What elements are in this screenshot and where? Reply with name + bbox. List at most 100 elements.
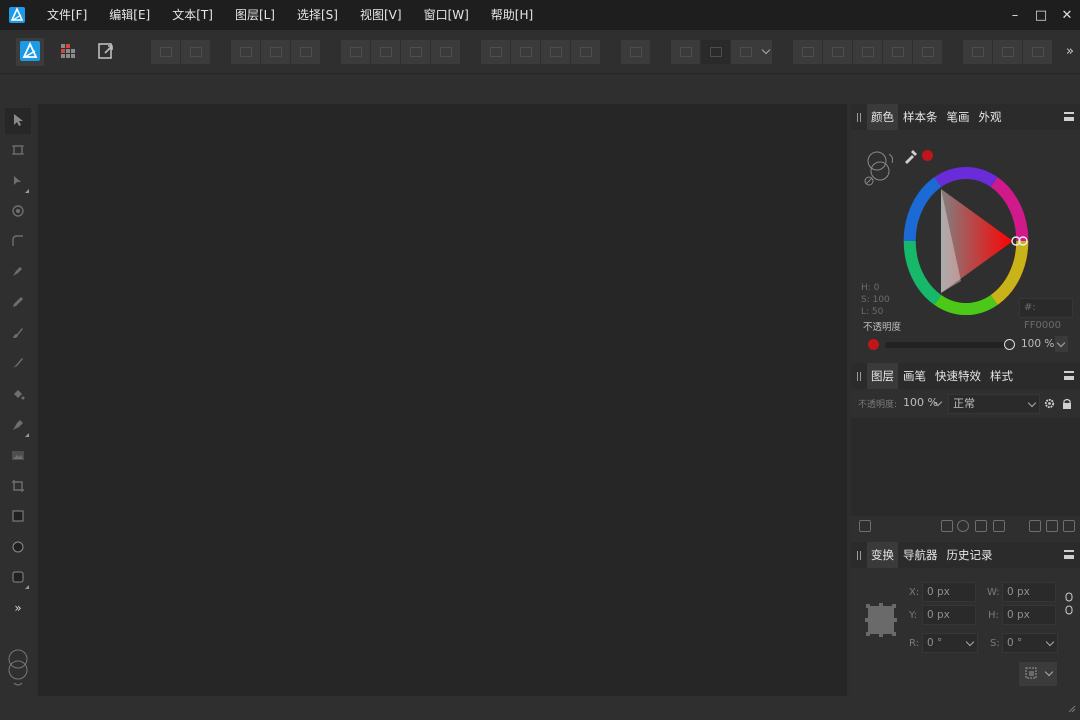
designer-persona-button[interactable] [16,38,44,66]
pixel-persona-button[interactable] [54,38,82,66]
tab-swatches[interactable]: 样本条 [899,104,942,130]
layers-panel-menu-icon[interactable] [1064,371,1074,380]
toolbar-button-21[interactable] [883,40,912,64]
toolbar-button-5[interactable] [291,40,320,64]
current-color-swatch[interactable] [922,150,933,161]
pencil-tool[interactable] [5,290,31,316]
menu-edit[interactable]: 编辑[E] [98,0,161,30]
toolbar-button-3[interactable] [231,40,260,64]
panel-grip[interactable] [851,104,867,130]
transform-origin-button[interactable] [1019,662,1057,686]
opacity-slider[interactable] [885,342,1009,348]
tab-history[interactable]: 历史记录 [943,542,997,568]
vector-brush-tool[interactable] [5,321,31,347]
toolbar-button-17[interactable] [731,40,760,64]
toolbar-button-14[interactable] [621,40,650,64]
color-wheel[interactable] [901,166,1031,319]
corner-tool[interactable] [5,229,31,255]
minimize-button[interactable]: – [1002,0,1028,30]
fill-tool[interactable] [5,382,31,408]
toolbar-dropdown[interactable] [760,40,772,64]
toolbar-button-8[interactable] [401,40,430,64]
tab-navigator[interactable]: 导航器 [899,542,942,568]
rectangle-tool[interactable] [5,504,31,530]
toolbar-button-12[interactable] [541,40,570,64]
toolbar-button-22[interactable] [913,40,942,64]
toolbar-button-13[interactable] [571,40,600,64]
opacity-dropdown[interactable] [1055,336,1068,352]
move-tool[interactable] [5,108,31,134]
crop-tool[interactable] [5,474,31,500]
menu-file[interactable]: 文件[F] [36,0,98,30]
toolbar-button-23[interactable] [963,40,992,64]
toolbar-button-16[interactable] [701,40,730,64]
layer-add-icon[interactable] [859,520,871,532]
tab-transform[interactable]: 变换 [867,542,898,568]
export-persona-button[interactable] [92,38,120,66]
layers-list[interactable] [851,418,1080,516]
toolbar-button-9[interactable] [431,40,460,64]
toolbar-button-20[interactable] [853,40,882,64]
document-canvas[interactable] [38,104,847,696]
tab-stroke[interactable]: 笔画 [943,104,974,130]
menu-layer[interactable]: 图层[L] [224,0,286,30]
width-field[interactable]: 0 px [1002,582,1056,602]
tab-appearance[interactable]: 外观 [975,104,1006,130]
blend-mode-dropdown[interactable]: 正常 [948,394,1040,414]
shear-field[interactable]: 0 ° [1002,633,1058,653]
adjustment-icon[interactable] [957,520,969,532]
maximize-button[interactable]: □ [1028,0,1054,30]
tab-styles[interactable]: 样式 [986,363,1017,389]
fx-icon[interactable] [975,520,987,532]
link-ratio-icon[interactable] [1065,592,1073,619]
color-panel-menu-icon[interactable] [1064,112,1074,121]
menu-view[interactable]: 视图[V] [349,0,413,30]
panel-grip[interactable] [851,363,867,389]
ellipse-tool[interactable] [5,535,31,561]
rounded-rectangle-tool[interactable] [5,565,31,591]
toolbar-button-6[interactable] [341,40,370,64]
paint-brush-tool[interactable] [5,351,31,377]
toolbar-button-10[interactable] [481,40,510,64]
toolbar-button-11[interactable] [511,40,540,64]
toolbar-button-19[interactable] [823,40,852,64]
layer-opacity-dropdown[interactable]: 100 % [899,394,945,414]
hex-field[interactable]: #: FF0000 [1019,298,1073,331]
tab-color[interactable]: 颜色 [867,104,898,130]
y-field[interactable]: 0 px [922,605,976,625]
mask-layer-icon[interactable] [941,520,953,532]
resize-grip-icon[interactable] [1068,702,1076,716]
pen-tool[interactable] [5,259,31,285]
contour-tool[interactable] [5,199,31,225]
toolbar-button-4[interactable] [261,40,290,64]
layer-settings-gear-icon[interactable] [1044,398,1055,412]
node-tool[interactable] [5,169,31,195]
new-layer-icon[interactable] [1029,520,1041,532]
artboard-tool[interactable] [5,138,31,164]
toolbar-overflow-button[interactable]: » [1066,44,1074,59]
menu-help[interactable]: 帮助[H] [480,0,544,30]
expand-tools-button[interactable]: » [5,595,31,621]
transform-panel-menu-icon[interactable] [1064,550,1074,559]
place-image-tool[interactable] [5,443,31,469]
toolbar-button-25[interactable] [1023,40,1052,64]
lock-icon[interactable] [1062,398,1072,413]
menu-select[interactable]: 选择[S] [286,0,349,30]
toolbar-button-24[interactable] [993,40,1022,64]
toolbar-button-18[interactable] [793,40,822,64]
toolbar-button-7[interactable] [371,40,400,64]
tab-brushes[interactable]: 画笔 [899,363,930,389]
anchor-point-selector[interactable] [865,602,897,641]
rotation-field[interactable]: 0 ° [922,633,978,653]
tab-layers[interactable]: 图层 [867,363,898,389]
close-button[interactable]: ✕ [1054,0,1080,30]
eyedropper-icon[interactable] [903,148,919,167]
x-field[interactable]: 0 px [922,582,976,602]
opacity-slider-handle[interactable] [1004,339,1015,350]
toolbar-button-2[interactable] [181,40,210,64]
group-icon[interactable] [993,520,1005,532]
toolbar-button-15[interactable] [671,40,700,64]
height-field[interactable]: 0 px [1002,605,1056,625]
trash-icon[interactable] [1063,520,1075,532]
menu-text[interactable]: 文本[T] [161,0,224,30]
